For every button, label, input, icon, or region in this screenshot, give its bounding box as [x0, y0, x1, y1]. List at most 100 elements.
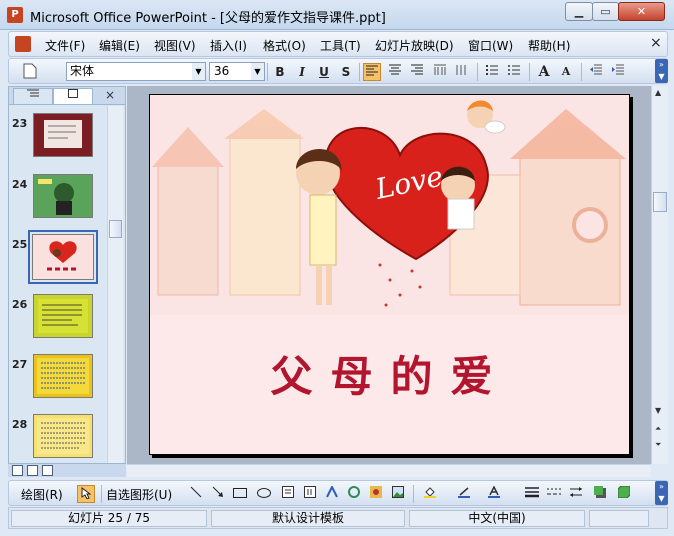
line-tool-icon[interactable] — [187, 485, 205, 503]
slide-title[interactable]: 父母的爱 — [150, 343, 629, 404]
separator — [581, 63, 582, 81]
font-dropdown-icon[interactable]: ▼ — [192, 63, 205, 80]
decrease-font-button[interactable]: A — [557, 63, 575, 81]
pane-scrollbar[interactable] — [107, 106, 123, 464]
menu-slideshow[interactable]: 幻灯片放映(D) — [375, 37, 454, 54]
menu-help[interactable]: 帮助(H) — [528, 37, 570, 54]
menu-format[interactable]: 格式(O) — [263, 37, 306, 54]
bullets-button[interactable] — [505, 63, 523, 81]
arrow-style-icon[interactable] — [567, 485, 585, 503]
view-buttons-bar — [8, 463, 126, 477]
formatting-toolbar: 宋体 ▼ 36 ▼ B I U S A A » ▼ — [8, 58, 668, 84]
close-document-button[interactable]: × — [650, 35, 662, 51]
separator — [359, 63, 360, 81]
separator — [413, 485, 414, 503]
slide-thumbnail-selected[interactable] — [28, 230, 98, 284]
slide-editor: Love 父母的爱 — [127, 86, 651, 464]
status-bar: 幻灯片 25 / 75 默认设计模板 中文(中国) — [8, 507, 668, 529]
decrease-indent-button[interactable] — [587, 63, 605, 81]
slide-number: 25 — [12, 238, 28, 251]
oval-tool-icon[interactable] — [255, 485, 273, 503]
status-extra — [589, 510, 649, 527]
pane-scroll-thumb[interactable] — [109, 220, 122, 238]
picture-icon[interactable] — [389, 485, 407, 503]
increase-font-button[interactable]: A — [535, 63, 553, 81]
vertical-scrollbar[interactable]: ▲ ▼ ⏶ ⏷ — [651, 86, 668, 464]
menu-tools[interactable]: 工具(T) — [320, 37, 361, 54]
slide-number: 26 — [12, 298, 28, 311]
textbox-tool-icon[interactable] — [279, 485, 297, 503]
numbering-button[interactable] — [483, 63, 501, 81]
select-pointer-icon[interactable] — [77, 485, 95, 503]
bold-button[interactable]: B — [271, 63, 289, 81]
menu-bar: 文件(F) 编辑(E) 视图(V) 插入(I) 格式(O) 工具(T) 幻灯片放… — [8, 31, 668, 57]
scroll-up-icon[interactable]: ▲ — [655, 88, 661, 97]
separator — [529, 63, 530, 81]
draw-menu-button[interactable]: 绘图(R) — [21, 486, 63, 503]
tab-slides[interactable] — [53, 88, 93, 104]
size-dropdown-icon[interactable]: ▼ — [251, 63, 264, 80]
align-left-button[interactable] — [363, 63, 381, 81]
line-style-icon[interactable] — [523, 485, 541, 503]
wordart-icon[interactable] — [323, 484, 341, 503]
arrow-tool-icon[interactable] — [209, 485, 227, 503]
separator — [101, 485, 102, 503]
menu-file[interactable]: 文件(F) — [45, 37, 85, 54]
normal-view-icon[interactable] — [12, 465, 23, 476]
menu-edit[interactable]: 编辑(E) — [99, 37, 140, 54]
dash-style-icon[interactable] — [545, 485, 563, 503]
shadow-button[interactable]: S — [337, 63, 355, 81]
font-name-select[interactable]: 宋体 — [66, 62, 206, 81]
next-slide-icon[interactable]: ⏷ — [655, 440, 661, 450]
shadow-style-icon[interactable] — [591, 485, 609, 503]
separator — [477, 63, 478, 81]
slide-number: 27 — [12, 358, 28, 371]
slide-canvas[interactable]: Love 父母的爱 — [149, 94, 630, 455]
slide-thumbnail[interactable] — [33, 294, 93, 338]
title-bar: P Microsoft Office PowerPoint - [父母的爱作文指… — [0, 0, 674, 30]
powerpoint-icon[interactable]: P — [7, 7, 23, 23]
slide-thumbnail[interactable] — [33, 414, 93, 458]
vertical-textbox-icon[interactable] — [301, 485, 319, 503]
align-center-button[interactable] — [386, 63, 404, 81]
line-color-icon[interactable] — [455, 485, 473, 503]
new-document-icon[interactable] — [21, 63, 39, 81]
font-color-icon[interactable] — [485, 485, 503, 503]
slide-number: 28 — [12, 418, 28, 431]
minimize-button[interactable]: ▁ — [565, 2, 593, 21]
slide-thumbnail[interactable] — [33, 113, 93, 157]
rectangle-tool-icon[interactable] — [231, 485, 249, 503]
fill-color-icon[interactable] — [421, 485, 439, 503]
slide-sorter-icon[interactable] — [27, 465, 38, 476]
document-icon[interactable] — [15, 36, 31, 52]
slideshow-view-icon[interactable] — [42, 465, 53, 476]
vertical-scroll-thumb[interactable] — [653, 192, 667, 212]
menu-window[interactable]: 窗口(W) — [468, 37, 513, 54]
underline-button[interactable]: U — [315, 63, 333, 81]
diagram-icon[interactable] — [345, 485, 363, 503]
horizontal-scrollbar[interactable] — [127, 464, 651, 477]
distribute-button[interactable] — [431, 63, 449, 81]
status-design-template[interactable]: 默认设计模板 — [211, 510, 405, 527]
tab-outline[interactable] — [13, 88, 53, 104]
toolbar-options-icon[interactable]: » ▼ — [655, 59, 668, 83]
previous-slide-icon[interactable]: ⏶ — [655, 424, 661, 434]
italic-button[interactable]: I — [293, 63, 311, 81]
clipart-icon[interactable] — [367, 485, 385, 503]
slide-thumbnail[interactable] — [33, 174, 93, 218]
close-window-button[interactable]: ✕ — [618, 2, 665, 21]
3d-style-icon[interactable] — [615, 485, 633, 503]
autoshapes-menu-button[interactable]: 自选图形(U) — [106, 486, 172, 503]
increase-indent-button[interactable] — [609, 63, 627, 81]
close-pane-button[interactable]: × — [105, 88, 115, 102]
maximize-button[interactable]: ▭ — [592, 2, 619, 21]
drawing-toolbar: 绘图(R) 自选图形(U) » ▼ — [8, 480, 668, 506]
menu-insert[interactable]: 插入(I) — [210, 37, 247, 54]
menu-view[interactable]: 视图(V) — [154, 37, 196, 54]
align-right-button[interactable] — [408, 63, 426, 81]
slides-pane: × 23 24 25 26 27 28 — [8, 86, 126, 464]
drawbar-options-icon[interactable]: » ▼ — [655, 481, 668, 505]
scroll-down-icon[interactable]: ▼ — [655, 406, 661, 415]
column-button[interactable] — [453, 63, 471, 81]
slide-thumbnail[interactable] — [33, 354, 93, 398]
